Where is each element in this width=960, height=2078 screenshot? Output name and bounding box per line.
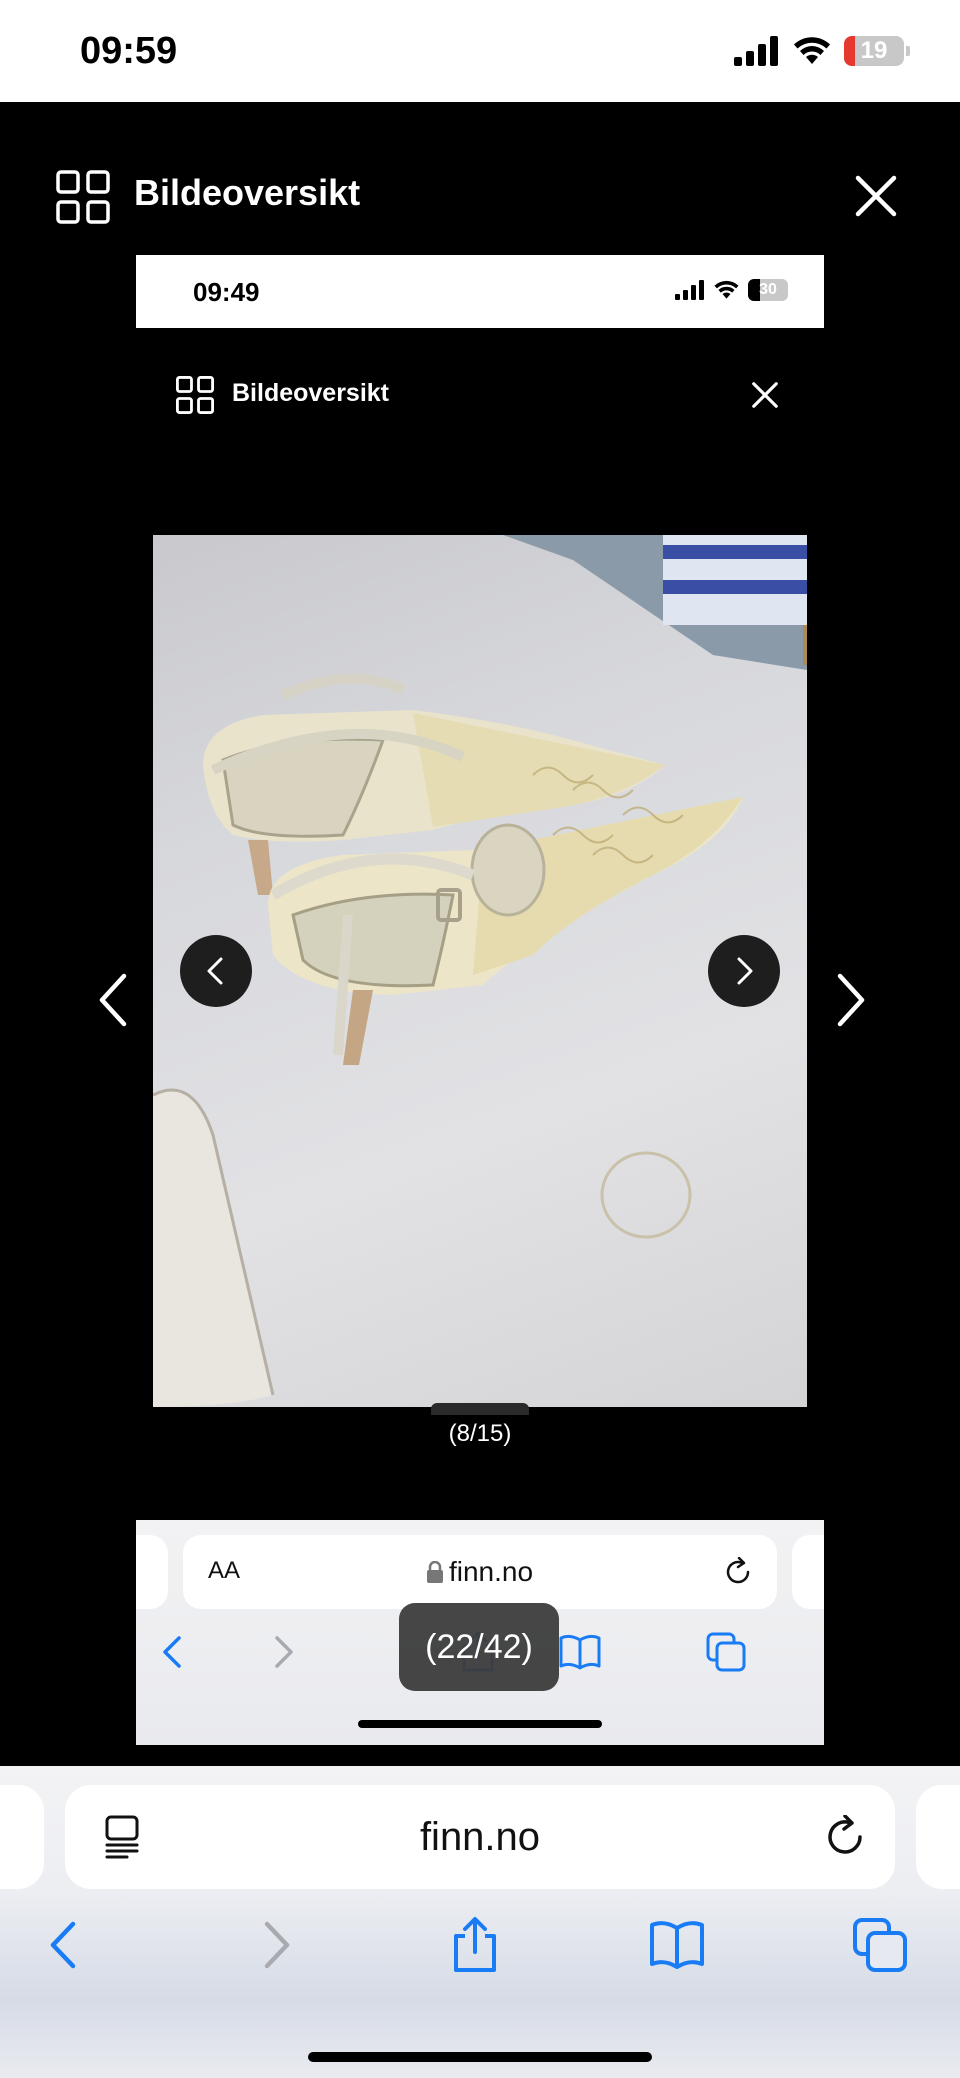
product-photo: [153, 535, 807, 1407]
browser-chrome: finn.no: [0, 1766, 960, 2078]
tabs-icon: [706, 1632, 746, 1672]
inner-home-indicator: [358, 1720, 602, 1728]
home-indicator: [308, 2052, 652, 2062]
inner-previous-button: [180, 935, 252, 1007]
inner-next-button: [708, 935, 780, 1007]
inner-status-bar: 09:49 30: [136, 255, 824, 328]
prev-tab-stub[interactable]: [0, 1785, 44, 1889]
status-time: 09:59: [80, 30, 178, 72]
forward-icon[interactable]: [245, 1916, 303, 1974]
inner-status-time: 09:49: [193, 277, 260, 307]
inner-url-text: finn.no: [448, 1556, 534, 1587]
wifi-icon: [714, 280, 739, 299]
reload-icon: [726, 1557, 750, 1584]
chevron-left-icon: [207, 957, 223, 985]
inner-prev-tab-stub: [136, 1535, 168, 1609]
inner-viewer-header: Bildeoversikt: [136, 328, 824, 438]
status-bar: 09:59 19: [0, 0, 960, 102]
lock-icon: [426, 1560, 443, 1583]
inner-status-icons: 30: [675, 279, 788, 301]
share-icon[interactable]: [446, 1916, 504, 1974]
inner-url-bar: AA finn.no: [183, 1535, 777, 1609]
previous-arrow-icon[interactable]: [88, 970, 138, 1030]
bookmarks-icon: [559, 1634, 601, 1670]
inner-battery-indicator: 30: [748, 279, 788, 301]
inner-screenshot: 09:49 30 Bildeoversikt (8/15) AA finn.no…: [136, 255, 824, 1745]
url-bar[interactable]: finn.no: [65, 1785, 895, 1889]
inner-viewer-title: Bildeoversikt: [232, 379, 390, 407]
grid-overview-icon[interactable]: [56, 170, 110, 224]
reload-icon[interactable]: [823, 1815, 867, 1859]
battery-indicator: 19: [844, 36, 904, 66]
inner-next-tab-stub: [792, 1535, 824, 1609]
chevron-right-icon: [737, 957, 753, 985]
grid-overview-icon: [176, 376, 214, 414]
cellular-signal-icon: [675, 280, 704, 300]
inner-url-domain: finn.no: [183, 1556, 777, 1588]
next-tab-stub[interactable]: [916, 1785, 960, 1889]
image-counter: (8/15): [448, 1420, 512, 1447]
url-domain[interactable]: finn.no: [65, 1815, 895, 1860]
tabs-icon[interactable]: [851, 1916, 909, 1974]
page: 09:59 19 Bildeoversikt 09:49 30 Bildeove…: [0, 0, 960, 2078]
next-arrow-icon[interactable]: [826, 970, 876, 1030]
battery-level: 19: [860, 37, 888, 64]
close-icon: [752, 382, 778, 408]
inner-battery-level: 30: [759, 281, 777, 298]
cellular-signal-icon: [734, 36, 778, 66]
battery-cap: [906, 46, 910, 56]
close-icon[interactable]: [852, 172, 900, 220]
viewer-header: Bildeoversikt: [0, 102, 960, 252]
image-counter-pill: [431, 1403, 529, 1415]
forward-icon: [275, 1636, 293, 1668]
wifi-icon: [794, 37, 830, 64]
viewer-title[interactable]: Bildeoversikt: [134, 172, 360, 214]
screenshot-counter-toast: (22/42): [399, 1603, 559, 1691]
bookmarks-icon[interactable]: [648, 1916, 706, 1974]
back-icon[interactable]: [37, 1916, 95, 1974]
back-icon: [163, 1636, 181, 1668]
status-icons: 19: [734, 36, 910, 66]
